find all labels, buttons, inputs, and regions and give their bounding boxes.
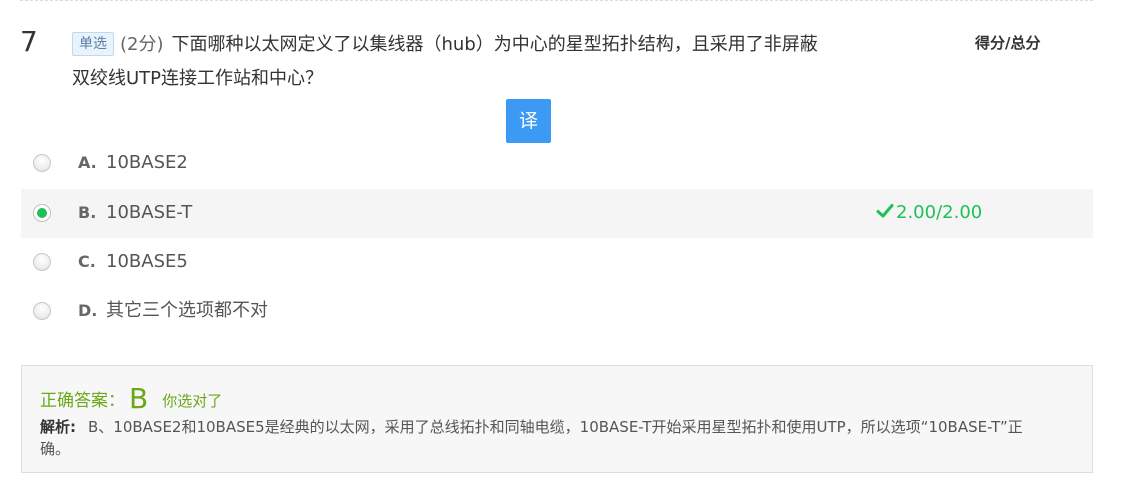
option-radio[interactable]	[33, 253, 51, 271]
option-d[interactable]: D. 其它三个选项都不对	[21, 287, 1093, 336]
option-letter: C.	[78, 252, 96, 271]
correct-answer-letter: B	[129, 382, 149, 415]
correct-answer-line: 正确答案： B 你选对了	[40, 384, 222, 416]
question-stem: 单选 (2分) 下面哪种以太网定义了以集线器（hub）为中心的星型拓扑结构，且采用了…	[72, 28, 832, 96]
question-type-badge: 单选	[72, 32, 114, 56]
option-text: 10BASE-T	[106, 202, 193, 223]
correct-answer-label: 正确答案：	[40, 391, 125, 411]
option-radio-selected[interactable]	[33, 204, 51, 222]
check-icon	[876, 204, 894, 218]
option-letter: B.	[78, 203, 97, 222]
option-score: 2.00/2.00	[876, 201, 982, 225]
option-radio[interactable]	[33, 154, 51, 172]
translate-button[interactable]: 译	[506, 99, 551, 143]
option-b[interactable]: B. 10BASE-T 2.00/2.00	[21, 189, 1093, 238]
option-radio[interactable]	[33, 302, 51, 320]
analysis-label: 解析:	[40, 418, 76, 436]
question-score: (2分)	[120, 34, 164, 55]
option-a[interactable]: A. 10BASE2	[21, 139, 1093, 188]
answer-panel: 正确答案： B 你选对了 解析: B、10BASE2和10BASE5是经典的以太网，采…	[21, 365, 1093, 473]
answer-feedback: 你选对了	[162, 392, 223, 410]
analysis: 解析: B、10BASE2和10BASE5是经典的以太网，采用了总线拓扑和同轴电缆…	[40, 416, 1040, 460]
score-header: 得分/总分	[975, 34, 1041, 52]
option-score-value: 2.00/2.00	[896, 202, 983, 223]
option-letter: A.	[78, 153, 97, 172]
question-number: 7	[20, 25, 38, 58]
top-divider	[20, 0, 1093, 1]
option-letter: D.	[78, 301, 98, 320]
option-text: 10BASE5	[106, 251, 188, 272]
analysis-text: B、10BASE2和10BASE5是经典的以太网，采用了总线拓扑和同轴电缆，10…	[40, 418, 1023, 458]
option-text: 10BASE2	[106, 152, 188, 173]
question-text: 下面哪种以太网定义了以集线器（hub）为中心的星型拓扑结构，且采用了非屏蔽双绞线…	[72, 34, 818, 89]
option-c[interactable]: C. 10BASE5	[21, 238, 1093, 287]
option-text: 其它三个选项都不对	[106, 300, 268, 321]
